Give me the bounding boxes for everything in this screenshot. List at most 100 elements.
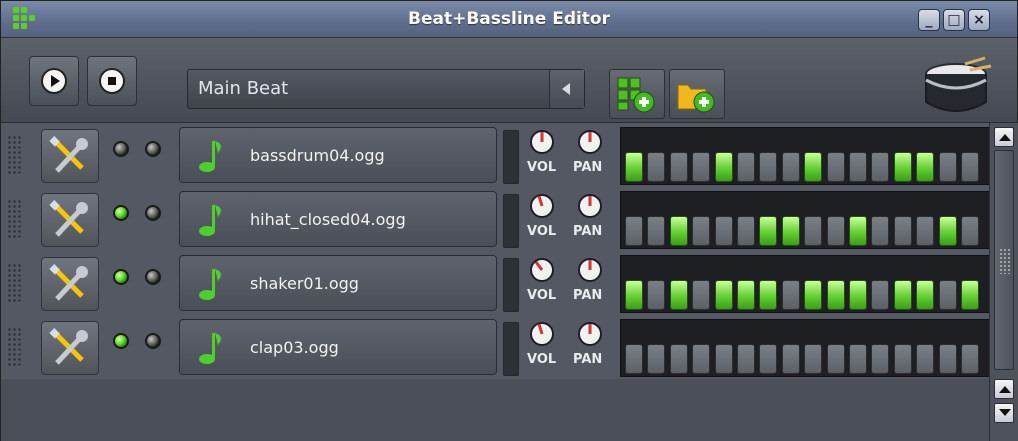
step-button[interactable] (871, 152, 890, 182)
add-beat-button[interactable] (609, 69, 665, 119)
track-settings-button[interactable] (41, 257, 99, 311)
step-button[interactable] (961, 344, 979, 374)
step-button[interactable] (916, 216, 935, 246)
step-button[interactable] (625, 152, 643, 182)
step-button[interactable] (647, 216, 666, 246)
step-button[interactable] (714, 344, 733, 374)
step-button[interactable] (826, 344, 845, 374)
step-button[interactable] (849, 216, 867, 246)
play-button[interactable] (29, 56, 79, 106)
sample-track-button[interactable]: hihat_closed04.ogg (179, 191, 497, 247)
beat-selector[interactable]: Main Beat (187, 69, 585, 109)
led-icon[interactable] (145, 333, 161, 349)
stop-button[interactable] (87, 56, 137, 106)
sample-track-button[interactable]: shaker01.ogg (179, 255, 497, 311)
scroll-up-button[interactable] (994, 127, 1014, 147)
step-button[interactable] (961, 152, 979, 182)
minimize-button[interactable]: _ (918, 9, 940, 31)
volume-knob[interactable] (529, 129, 555, 155)
step-button[interactable] (916, 280, 935, 310)
step-button[interactable] (714, 280, 733, 310)
step-button[interactable] (737, 216, 755, 246)
track-settings-button[interactable] (41, 193, 99, 247)
step-button[interactable] (647, 152, 666, 182)
step-button[interactable] (826, 280, 845, 310)
scroll-up-button-lower[interactable] (994, 379, 1014, 399)
step-button[interactable] (759, 344, 778, 374)
step-button[interactable] (871, 344, 890, 374)
step-button[interactable] (826, 152, 845, 182)
led-icon[interactable] (145, 141, 161, 157)
add-bassline-button[interactable] (669, 69, 725, 119)
step-button[interactable] (871, 280, 890, 310)
beat-selector-arrow-icon[interactable] (549, 70, 584, 108)
step-button[interactable] (625, 216, 643, 246)
drag-handle[interactable] (7, 199, 21, 239)
step-button[interactable] (714, 152, 733, 182)
step-button[interactable] (669, 216, 688, 246)
step-button[interactable] (625, 344, 643, 374)
led-icon[interactable] (145, 205, 161, 221)
sample-track-button[interactable]: bassdrum04.ogg (179, 127, 497, 183)
scroll-down-button[interactable] (994, 403, 1014, 423)
step-button[interactable] (804, 216, 823, 246)
step-button[interactable] (893, 280, 912, 310)
step-button[interactable] (938, 216, 957, 246)
step-button[interactable] (849, 344, 867, 374)
step-button[interactable] (647, 344, 666, 374)
step-button[interactable] (669, 280, 688, 310)
track-settings-button[interactable] (41, 129, 99, 183)
step-button[interactable] (893, 344, 912, 374)
close-button[interactable]: × (968, 9, 990, 31)
led-icon[interactable] (145, 269, 161, 285)
step-button[interactable] (871, 216, 890, 246)
volume-knob[interactable] (529, 193, 555, 219)
step-button[interactable] (781, 280, 800, 310)
volume-knob[interactable] (529, 321, 555, 347)
step-button[interactable] (961, 280, 979, 310)
led-icon[interactable] (113, 141, 129, 157)
step-button[interactable] (938, 280, 957, 310)
pan-knob[interactable] (577, 321, 603, 347)
step-button[interactable] (647, 280, 666, 310)
volume-knob[interactable] (529, 257, 555, 283)
step-button[interactable] (737, 280, 755, 310)
step-button[interactable] (781, 152, 800, 182)
step-button[interactable] (692, 280, 711, 310)
step-button[interactable] (893, 216, 912, 246)
step-button[interactable] (804, 152, 823, 182)
scroll-thumb[interactable] (994, 150, 1014, 370)
step-button[interactable] (781, 344, 800, 374)
step-button[interactable] (669, 152, 688, 182)
step-button[interactable] (893, 152, 912, 182)
step-button[interactable] (759, 152, 778, 182)
drag-handle[interactable] (7, 263, 21, 303)
pan-knob[interactable] (577, 193, 603, 219)
step-button[interactable] (804, 344, 823, 374)
led-icon[interactable] (113, 333, 129, 349)
drag-handle[interactable] (7, 135, 21, 175)
step-button[interactable] (961, 216, 979, 246)
step-button[interactable] (759, 216, 778, 246)
step-button[interactable] (759, 280, 778, 310)
step-button[interactable] (781, 216, 800, 246)
step-button[interactable] (692, 152, 711, 182)
drag-handle[interactable] (7, 327, 21, 367)
step-button[interactable] (804, 280, 823, 310)
sample-track-button[interactable]: clap03.ogg (179, 319, 497, 375)
title-bar[interactable]: Beat+Bassline Editor _ □ × (1, 1, 1017, 38)
step-button[interactable] (714, 216, 733, 246)
step-button[interactable] (938, 152, 957, 182)
maximize-button[interactable]: □ (943, 9, 965, 31)
step-button[interactable] (826, 216, 845, 246)
step-button[interactable] (916, 344, 935, 374)
led-icon[interactable] (113, 269, 129, 285)
step-button[interactable] (916, 152, 935, 182)
step-button[interactable] (692, 344, 711, 374)
step-button[interactable] (737, 344, 755, 374)
step-button[interactable] (669, 344, 688, 374)
step-button[interactable] (737, 152, 755, 182)
track-settings-button[interactable] (41, 321, 99, 375)
pan-knob[interactable] (577, 257, 603, 283)
vertical-scrollbar[interactable] (989, 123, 1018, 441)
